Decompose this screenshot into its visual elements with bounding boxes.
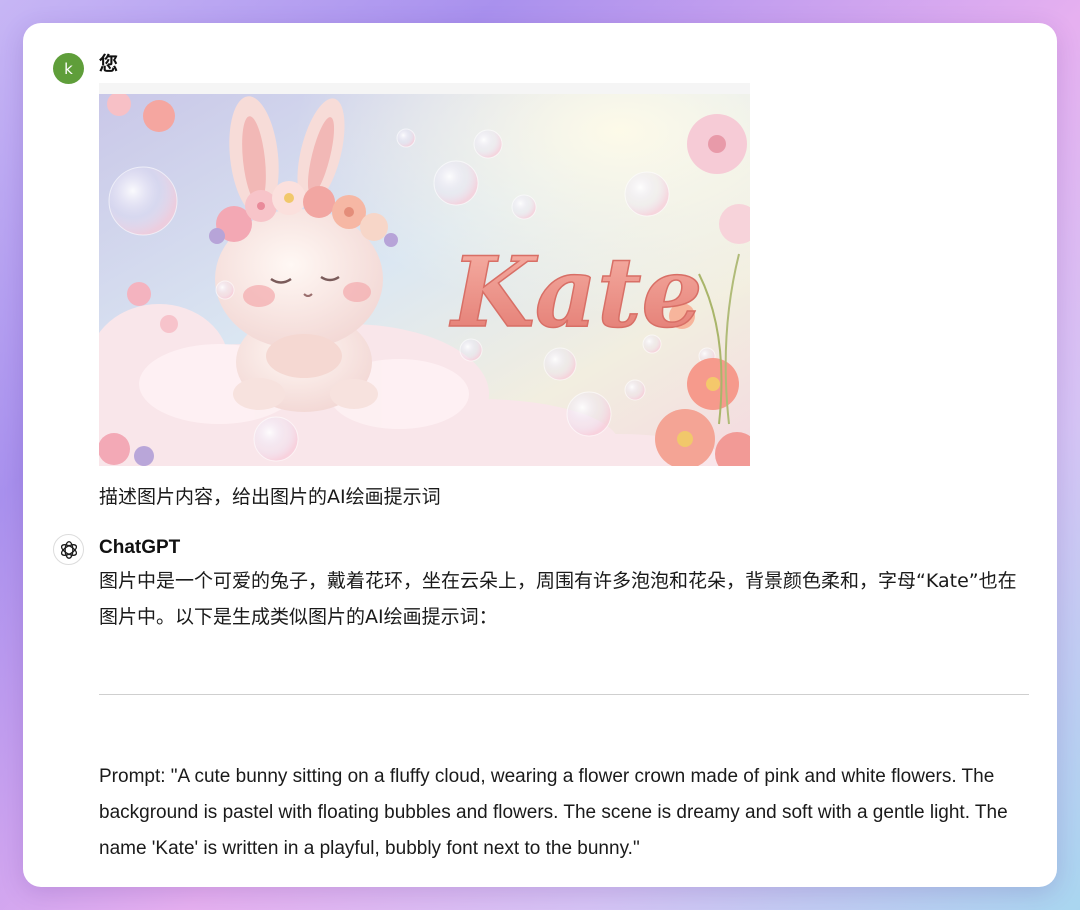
assistant-prompt-text: Prompt: "A cute bunny sitting on a fluff… — [99, 766, 1008, 859]
divider — [99, 694, 1029, 695]
assistant-name: ChatGPT — [99, 537, 181, 558]
uploaded-image[interactable]: Kate — [99, 94, 750, 466]
chatgpt-avatar — [53, 534, 84, 565]
bunny-on-cloud-image: Kate — [99, 94, 750, 466]
chat-card: k 您 Kate 描述图片内容，给出图片的AI绘画提示词 ChatGPT 图片中… — [23, 23, 1057, 887]
user-avatar: k — [53, 53, 84, 84]
user-name: 您 — [99, 54, 119, 75]
openai-logo-icon — [60, 540, 77, 559]
user-avatar-letter: k — [64, 59, 73, 78]
assistant-message-text: 图片中是一个可爱的兔子，戴着花环，坐在云朵上，周围有许多泡泡和花朵，背景颜色柔和… — [99, 570, 1017, 628]
user-message-text: 描述图片内容，给出图片的AI绘画提示词 — [99, 486, 441, 508]
kate-lettering: Kate — [448, 236, 702, 349]
